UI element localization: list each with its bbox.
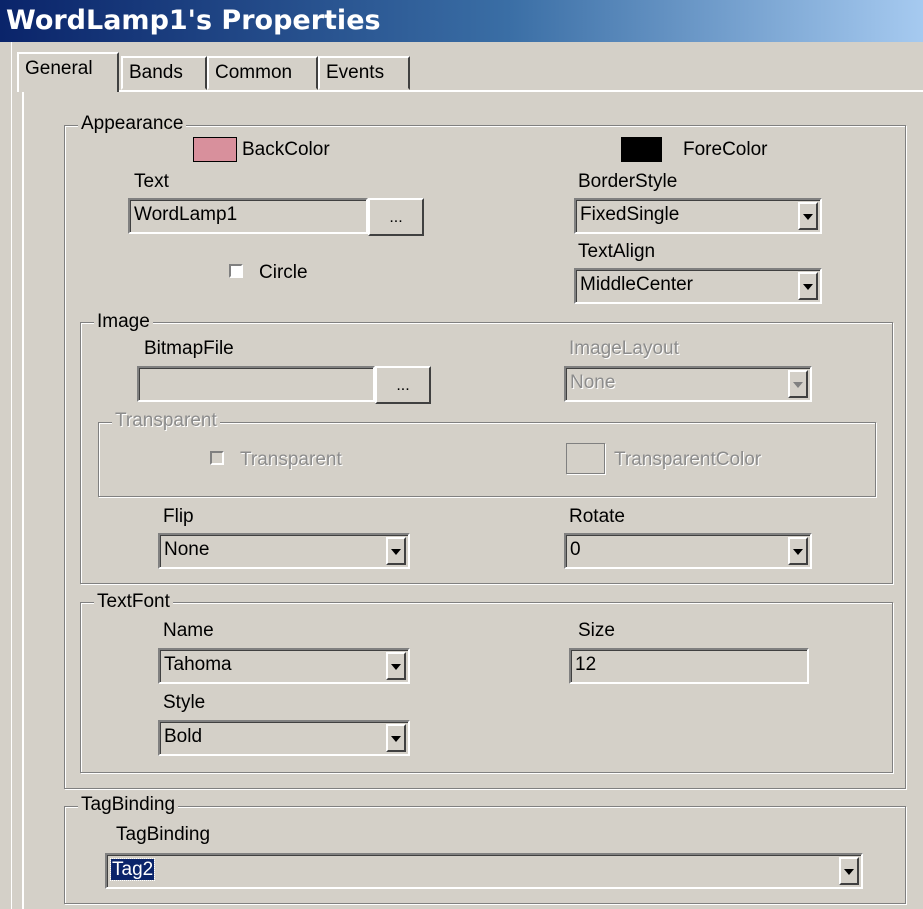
imagelayout-dropdown: None <box>564 366 812 402</box>
font-size-label: Size <box>578 620 615 641</box>
rotate-dropdown[interactable]: 0 <box>564 533 812 569</box>
text-label: Text <box>134 171 169 192</box>
forecolor-swatch[interactable] <box>621 137 662 162</box>
text-browse-label: ... <box>389 209 403 226</box>
font-style-dropdown[interactable]: Bold <box>158 720 410 756</box>
bitmapfile-browse-label: ... <box>396 377 410 394</box>
text-browse-button[interactable]: ... <box>368 198 424 236</box>
circle-checkbox[interactable] <box>229 264 243 278</box>
rotate-label: Rotate <box>569 506 625 527</box>
window-title: WordLamp1's Properties <box>6 5 381 36</box>
flip-value: None <box>164 539 210 560</box>
backcolor-swatch[interactable] <box>193 137 237 162</box>
tab-bands[interactable]: Bands <box>121 56 207 90</box>
textalign-dropdown[interactable]: MiddleCenter <box>574 268 822 304</box>
chevron-down-icon <box>788 370 808 398</box>
transparentcolor-swatch <box>566 443 605 474</box>
transparent-checkbox <box>210 451 224 465</box>
text-input-value: WordLamp1 <box>134 204 238 225</box>
bitmapfile-label: BitmapFile <box>144 338 234 359</box>
borderstyle-value: FixedSingle <box>580 204 680 225</box>
chevron-down-icon[interactable] <box>839 857 859 885</box>
textfont-legend: TextFont <box>94 592 173 612</box>
font-name-dropdown[interactable]: Tahoma <box>158 648 410 684</box>
chevron-down-icon[interactable] <box>798 272 818 300</box>
image-legend: Image <box>94 312 153 332</box>
tab-bands-label: Bands <box>129 62 183 83</box>
tagbinding-dropdown[interactable]: Tag2 <box>105 853 863 889</box>
font-style-value: Bold <box>164 726 203 747</box>
chevron-down-icon[interactable] <box>788 537 808 565</box>
dialog-edge <box>11 42 12 909</box>
tab-events-label: Events <box>326 62 385 83</box>
bitmapfile-browse-button[interactable]: ... <box>375 366 431 404</box>
bitmapfile-input[interactable] <box>137 366 375 402</box>
imagelayout-label: ImageLayout <box>569 338 679 359</box>
transparent-checkbox-label: Transparent <box>240 449 342 470</box>
chevron-down-icon[interactable] <box>386 724 406 752</box>
tab-general[interactable]: General <box>17 52 119 92</box>
textalign-value: MiddleCenter <box>580 274 693 295</box>
tab-common-label: Common <box>215 62 293 83</box>
rotate-value: 0 <box>570 539 581 560</box>
appearance-legend: Appearance <box>78 114 187 134</box>
tagbinding-legend: TagBinding <box>78 795 179 815</box>
borderstyle-label: BorderStyle <box>578 171 678 192</box>
font-name-value: Tahoma <box>164 654 232 675</box>
text-input[interactable]: WordLamp1 <box>128 198 368 234</box>
textalign-label: TextAlign <box>578 241 656 262</box>
borderstyle-dropdown[interactable]: FixedSingle <box>574 198 822 234</box>
backcolor-label: BackColor <box>242 139 330 160</box>
tab-common[interactable]: Common <box>207 56 318 90</box>
chevron-down-icon[interactable] <box>386 537 406 565</box>
tab-events[interactable]: Events <box>318 56 410 90</box>
flip-label: Flip <box>163 506 194 527</box>
font-size-input[interactable]: 12 <box>569 648 809 684</box>
tagbinding-label: TagBinding <box>116 824 211 845</box>
chevron-down-icon[interactable] <box>798 202 818 230</box>
font-name-label: Name <box>163 620 214 641</box>
circle-label: Circle <box>259 262 308 283</box>
chevron-down-icon[interactable] <box>386 652 406 680</box>
forecolor-label: ForeColor <box>683 139 768 160</box>
tab-general-label: General <box>25 58 93 79</box>
tagbinding-value: Tag2 <box>109 858 156 881</box>
flip-dropdown[interactable]: None <box>158 533 410 569</box>
transparent-legend: Transparent <box>112 411 220 431</box>
transparentcolor-label: TransparentColor <box>614 449 762 470</box>
font-style-label: Style <box>163 692 206 713</box>
font-size-value: 12 <box>575 654 597 675</box>
imagelayout-value: None <box>570 372 616 393</box>
